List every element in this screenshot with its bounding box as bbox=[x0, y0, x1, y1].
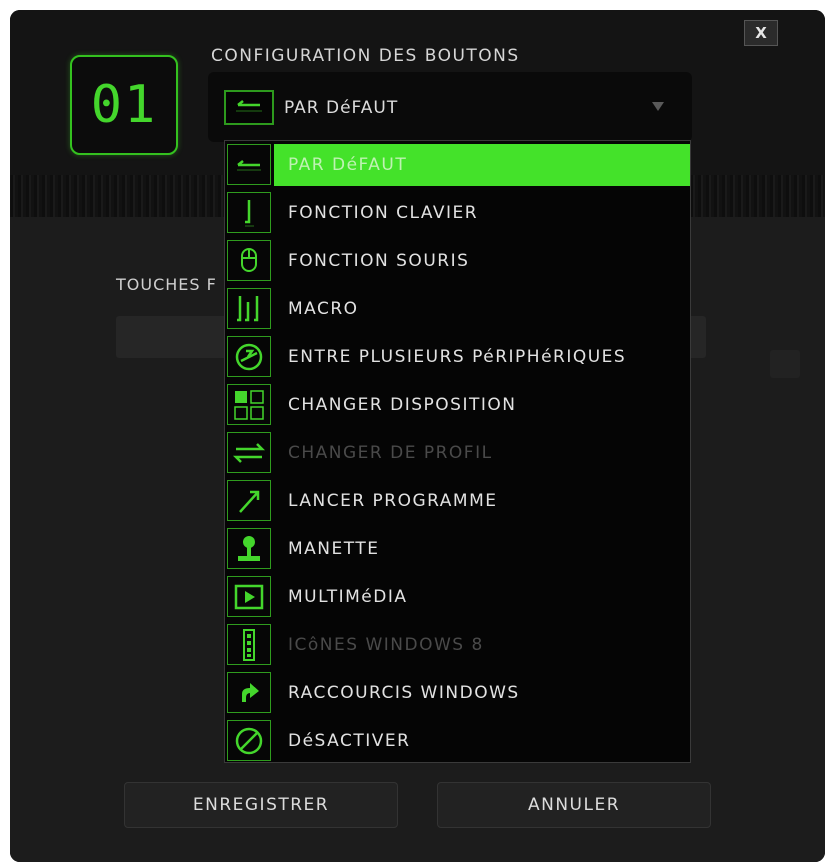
keyboard-function-icon bbox=[227, 192, 271, 233]
section-label: TOUCHES F bbox=[116, 275, 217, 294]
menu-item-label: RACCOURCIS WINDOWS bbox=[288, 683, 520, 703]
menu-item-macro[interactable]: MACRO bbox=[225, 285, 690, 332]
background-control bbox=[770, 350, 800, 378]
menu-item-launch-program[interactable]: LANCER PROGRAMME bbox=[225, 477, 690, 524]
menu-item-windows8-icons: ICôNES WINDOWS 8 bbox=[225, 621, 690, 668]
assignment-menu: PAR DéFAUT FONCTION CLAVIER FONCTION SOU… bbox=[224, 140, 691, 763]
windows-shortcut-icon bbox=[227, 672, 271, 713]
multimedia-play-icon bbox=[227, 576, 271, 617]
windows8-charms-icon bbox=[227, 624, 271, 665]
layout-grid-icon bbox=[227, 384, 271, 425]
menu-item-label: FONCTION SOURIS bbox=[288, 251, 470, 271]
menu-item-label: MULTIMéDIA bbox=[288, 587, 408, 607]
menu-item-switch-layout[interactable]: CHANGER DISPOSITION bbox=[225, 381, 690, 428]
menu-item-label: ENTRE PLUSIEURS PéRIPHéRIQUES bbox=[288, 347, 627, 367]
menu-item-label: MACRO bbox=[288, 299, 359, 319]
menu-item-joystick[interactable]: MANETTE bbox=[225, 525, 690, 572]
cancel-button[interactable]: ANNULER bbox=[437, 782, 711, 828]
menu-item-label: CHANGER DE PROFIL bbox=[288, 443, 493, 463]
menu-item-default[interactable]: PAR DéFAUT bbox=[225, 141, 690, 188]
menu-item-disable[interactable]: DéSACTIVER bbox=[225, 717, 690, 764]
menu-item-label: PAR DéFAUT bbox=[288, 155, 408, 175]
menu-item-label: LANCER PROGRAMME bbox=[288, 491, 498, 511]
macro-icon bbox=[227, 288, 271, 329]
save-button[interactable]: ENREGISTRER bbox=[124, 782, 398, 828]
menu-item-label: CHANGER DISPOSITION bbox=[288, 395, 517, 415]
dropdown-selected-value: PAR DéFAUT bbox=[284, 98, 399, 118]
joystick-icon bbox=[227, 528, 271, 569]
switch-profile-icon bbox=[227, 432, 271, 473]
launch-program-icon bbox=[227, 480, 271, 521]
close-button[interactable]: X bbox=[744, 20, 778, 46]
button-number: 01 bbox=[90, 75, 158, 135]
menu-item-mouse-function[interactable]: FONCTION SOURIS bbox=[225, 237, 690, 284]
inter-device-icon bbox=[227, 336, 271, 377]
chevron-down-icon[interactable] bbox=[652, 102, 664, 111]
menu-item-label: MANETTE bbox=[288, 539, 380, 559]
section-title: CONFIGURATION DES BOUTONS bbox=[211, 46, 520, 66]
button-number-badge: 01 bbox=[70, 55, 178, 155]
disable-icon bbox=[227, 720, 271, 761]
default-arrow-icon bbox=[224, 90, 274, 125]
menu-item-label: DéSACTIVER bbox=[288, 731, 411, 751]
default-arrow-icon bbox=[227, 144, 271, 185]
menu-item-multimedia[interactable]: MULTIMéDIA bbox=[225, 573, 690, 620]
menu-item-windows-shortcuts[interactable]: RACCOURCIS WINDOWS bbox=[225, 669, 690, 716]
assignment-dropdown[interactable]: PAR DéFAUT bbox=[208, 72, 692, 142]
mouse-icon bbox=[227, 240, 271, 281]
menu-item-inter-device[interactable]: ENTRE PLUSIEURS PéRIPHéRIQUES bbox=[225, 333, 690, 380]
menu-item-switch-profile: CHANGER DE PROFIL bbox=[225, 429, 690, 476]
menu-item-label: FONCTION CLAVIER bbox=[288, 203, 479, 223]
menu-item-keyboard-function[interactable]: FONCTION CLAVIER bbox=[225, 189, 690, 236]
menu-item-label: ICôNES WINDOWS 8 bbox=[288, 635, 484, 655]
